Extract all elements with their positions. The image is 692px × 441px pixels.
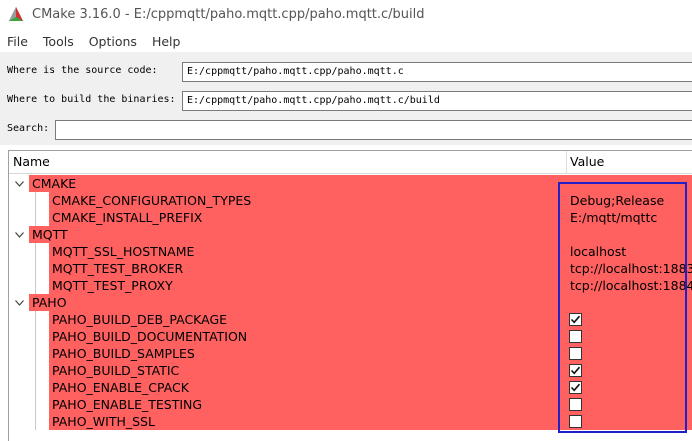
tree-branch-line	[35, 243, 36, 260]
tree-branch-line	[35, 260, 36, 277]
source-label: Where is the source code:	[7, 65, 158, 76]
column-value-header[interactable]: Value	[570, 154, 604, 169]
source-row: Where is the source code: E:/cppmqtt/pah…	[0, 61, 692, 83]
tree-branch-line	[35, 379, 36, 396]
tree-branch-line	[35, 396, 36, 413]
table-header: Name Value	[9, 151, 692, 174]
entry-name: PAHO_BUILD_DOCUMENTATION	[52, 329, 248, 344]
group-label: MQTT	[32, 227, 68, 242]
entry-name: CMAKE_INSTALL_PREFIX	[52, 210, 203, 225]
tree-branch-line	[35, 192, 36, 209]
entry-name: PAHO_ENABLE_CPACK	[52, 380, 189, 395]
build-input[interactable]: E:/cppmqtt/paho.mqtt.cpp/paho.mqtt.c/bui…	[182, 91, 692, 111]
menu-tools[interactable]: Tools	[36, 34, 82, 49]
entry-name: CMAKE_CONFIGURATION_TYPES	[52, 193, 252, 208]
window-title: CMake 3.16.0 - E:/cppmqtt/paho.mqtt.cpp/…	[32, 6, 425, 22]
search-input[interactable]	[55, 120, 692, 140]
tree-branch-line	[35, 413, 36, 430]
menu-options[interactable]: Options	[82, 34, 145, 49]
group-label: CMAKE	[32, 176, 77, 191]
value-column-highlight	[558, 182, 687, 433]
column-divider[interactable]	[566, 151, 567, 174]
chevron-down-icon[interactable]	[12, 175, 26, 192]
group-label: PAHO	[32, 295, 67, 310]
tree-branch-line	[35, 277, 36, 294]
menu-help[interactable]: Help	[145, 34, 189, 49]
menu-bar: File Tools Options Help	[0, 30, 188, 52]
entry-name: PAHO_ENABLE_TESTING	[52, 397, 203, 412]
title-bar: CMake 3.16.0 - E:/cppmqtt/paho.mqtt.cpp/…	[0, 0, 692, 28]
search-row: Search:	[0, 119, 692, 141]
build-row: Where to build the binaries: E:/cppmqtt/…	[0, 90, 692, 112]
entry-name: PAHO_WITH_SSL	[52, 414, 155, 429]
entry-name: PAHO_BUILD_DEB_PACKAGE	[52, 312, 228, 327]
tree-branch-line	[35, 311, 36, 328]
menu-file[interactable]: File	[0, 34, 36, 49]
entry-name: PAHO_BUILD_STATIC	[52, 363, 180, 378]
column-name-header[interactable]: Name	[13, 154, 50, 169]
build-label: Where to build the binaries:	[7, 94, 176, 105]
source-input[interactable]: E:/cppmqtt/paho.mqtt.cpp/paho.mqtt.c	[182, 62, 692, 82]
entry-name: PAHO_BUILD_SAMPLES	[52, 346, 195, 361]
search-label: Search:	[7, 123, 50, 134]
chevron-down-icon[interactable]	[12, 226, 26, 243]
entry-name: MQTT_TEST_PROXY	[52, 278, 173, 293]
tree-branch-line	[35, 209, 36, 226]
entry-name: MQTT_SSL_HOSTNAME	[52, 244, 195, 259]
entry-name: MQTT_TEST_BROKER	[52, 261, 184, 276]
tree-branch-line	[35, 345, 36, 362]
tree-branch-line	[35, 362, 36, 379]
tree-branch-line	[35, 328, 36, 345]
chevron-down-icon[interactable]	[12, 294, 26, 311]
cmake-triangle-icon	[9, 7, 23, 21]
path-form: Where is the source code: E:/cppmqtt/pah…	[0, 52, 692, 145]
